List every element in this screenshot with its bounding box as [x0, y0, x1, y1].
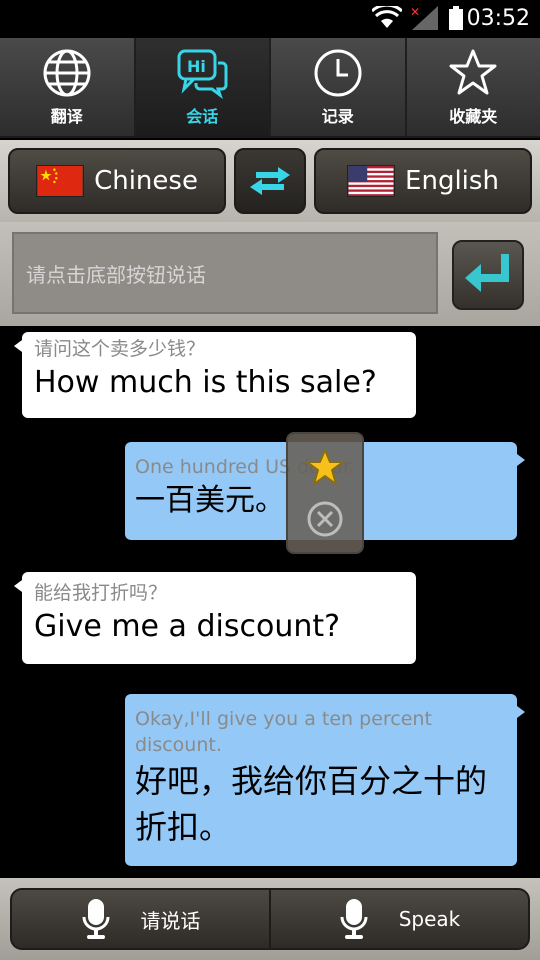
- speak-english-button[interactable]: Speak: [271, 890, 528, 948]
- signal-icon: ✕: [410, 6, 438, 30]
- star-icon: [449, 49, 497, 95]
- message-source-text: Okay,I'll give you a ten percent discoun…: [135, 708, 432, 756]
- message-bubble[interactable]: Okay,I'll give you a ten percent discoun…: [125, 694, 525, 866]
- tab-label: 收藏夹: [449, 107, 498, 126]
- message-bubble[interactable]: 请问这个卖多少钱？ How much is this sale?: [14, 332, 416, 418]
- message-translation-text: How much is this sale?: [34, 365, 377, 400]
- tab-conversation[interactable]: Hi 会话: [135, 38, 271, 136]
- china-flag-icon: [36, 165, 85, 197]
- speak-button-group: 请说话 Speak: [10, 888, 530, 950]
- chat-icon: Hi: [177, 49, 228, 99]
- speak-english-label: Speak: [398, 907, 461, 931]
- tab-favorites[interactable]: 收藏夹: [407, 38, 540, 136]
- battery-icon: [449, 6, 463, 30]
- enter-button[interactable]: [452, 240, 524, 310]
- chat-icon-text: Hi: [187, 57, 206, 76]
- tab-translate[interactable]: 翻译: [0, 38, 136, 136]
- message-bubble[interactable]: 能给我打折吗？ Give me a discount?: [14, 572, 416, 664]
- svg-text:✕: ✕: [410, 6, 420, 19]
- target-language-button[interactable]: English: [314, 148, 532, 214]
- tab-history[interactable]: 记录: [271, 38, 407, 136]
- source-language-button[interactable]: Chinese: [8, 148, 226, 214]
- wifi-icon: [372, 6, 402, 28]
- tab-label: 翻译: [50, 107, 83, 126]
- clock-icon: [314, 49, 362, 97]
- message-translation-text: 好吧，我给你百分之十的折扣。: [135, 762, 488, 846]
- microphone-icon: [340, 899, 368, 939]
- bottom-bar: 请说话 Speak: [0, 878, 540, 960]
- globe-icon: [43, 49, 91, 97]
- message-translation-text: Give me a discount?: [34, 609, 341, 644]
- swap-languages-button[interactable]: [234, 148, 306, 214]
- conversation-list: 请问这个卖多少钱？ How much is this sale? One hun…: [0, 326, 540, 878]
- message-action-popup: [286, 432, 364, 554]
- target-language-label: English: [405, 166, 499, 196]
- microphone-icon: [82, 899, 109, 939]
- speak-chinese-button[interactable]: 请说话: [12, 890, 271, 948]
- message-source-text: 能给我打折吗？: [34, 582, 168, 604]
- favorite-star-icon[interactable]: [305, 448, 345, 488]
- status-time: 03:52: [466, 6, 530, 31]
- input-placeholder: 请点击底部按钮说话: [26, 262, 206, 287]
- tab-label: 记录: [321, 107, 354, 126]
- usa-flag-icon: [347, 165, 396, 197]
- tab-label: 会话: [186, 107, 219, 126]
- message-source-text: 请问这个卖多少钱？: [34, 338, 206, 360]
- close-circle-icon[interactable]: [305, 499, 345, 539]
- main-tabs: 翻译 Hi 会话 记录 收藏夹: [0, 38, 540, 138]
- language-bar: Chinese English: [0, 140, 540, 222]
- source-language-label: Chinese: [94, 166, 198, 196]
- speech-input-field[interactable]: 请点击底部按钮说话: [12, 232, 438, 314]
- speak-chinese-label: 请说话: [140, 908, 201, 933]
- enter-arrow-icon: [465, 254, 509, 292]
- status-bar: ✕ 03:52: [0, 0, 540, 38]
- input-bar: 请点击底部按钮说话: [0, 222, 540, 326]
- swap-arrows-icon: [250, 167, 290, 195]
